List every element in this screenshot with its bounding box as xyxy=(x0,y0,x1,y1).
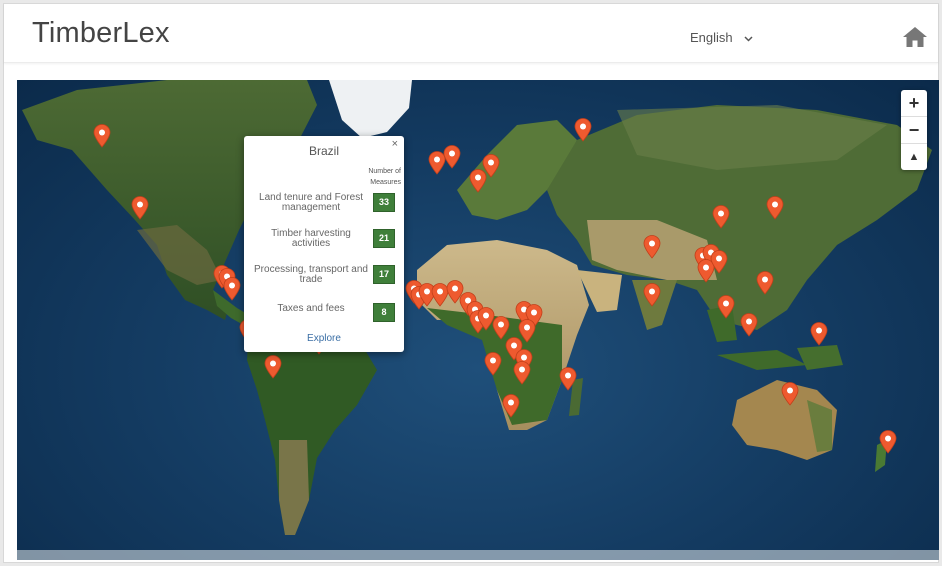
measure-count-badge: 33 xyxy=(373,193,395,212)
map-marker-icon[interactable] xyxy=(717,295,735,319)
chevron-down-icon xyxy=(744,36,753,42)
measure-label: Taxes and fees xyxy=(277,303,345,314)
map-marker-icon[interactable] xyxy=(766,196,784,220)
app-header: TimberLex English xyxy=(4,4,938,63)
map-marker-icon[interactable] xyxy=(513,361,531,385)
measure-label: Timber harvesting activities xyxy=(271,228,351,249)
map-marker-icon[interactable] xyxy=(756,271,774,295)
map-marker-icon[interactable] xyxy=(264,355,282,379)
map-marker-icon[interactable] xyxy=(643,283,661,307)
language-selector[interactable]: English xyxy=(690,30,753,45)
map-marker-icon[interactable] xyxy=(443,145,461,169)
map-marker-icon[interactable] xyxy=(879,430,897,454)
map-marker-icon[interactable] xyxy=(484,352,502,376)
map-marker-icon[interactable] xyxy=(482,154,500,178)
app-frame: TimberLex English + − ▲ × Brazil Number … xyxy=(3,3,939,563)
map-marker-icon[interactable] xyxy=(93,124,111,148)
world-map[interactable]: + − ▲ × Brazil Number of Measures Land t… xyxy=(17,80,939,560)
map-marker-icon[interactable] xyxy=(712,205,730,229)
measure-count-badge: 8 xyxy=(373,303,395,322)
brand-title[interactable]: TimberLex xyxy=(32,17,170,50)
measure-label: Processing, transport and trade xyxy=(254,264,368,285)
map-marker-icon[interactable] xyxy=(559,367,577,391)
map-marker-icon[interactable] xyxy=(574,118,592,142)
map-marker-icon[interactable] xyxy=(810,322,828,346)
map-marker-icon[interactable] xyxy=(223,277,241,301)
country-popup: × Brazil Number of Measures Land tenure … xyxy=(244,136,404,352)
zoom-in-button[interactable]: + xyxy=(901,90,927,117)
map-marker-icon[interactable] xyxy=(643,235,661,259)
map-marker-icon[interactable] xyxy=(131,196,149,220)
map-marker-icon[interactable] xyxy=(502,394,520,418)
measure-count-badge: 17 xyxy=(373,265,395,284)
measure-row[interactable]: Processing, transport and trade 17 xyxy=(252,262,400,288)
measure-row[interactable]: Taxes and fees 8 xyxy=(252,300,400,326)
map-marker-icon[interactable] xyxy=(740,313,758,337)
home-icon[interactable] xyxy=(902,26,928,48)
map-marker-icon[interactable] xyxy=(710,250,728,274)
reset-north-button[interactable]: ▲ xyxy=(901,144,927,170)
language-label: English xyxy=(690,30,733,45)
zoom-out-button[interactable]: − xyxy=(901,117,927,144)
measure-label: Land tenure and Forest management xyxy=(259,192,363,213)
map-marker-icon[interactable] xyxy=(781,382,799,406)
measure-count-badge: 21 xyxy=(373,229,395,248)
measure-row[interactable]: Timber harvesting activities 21 xyxy=(252,226,400,252)
popup-country-name: Brazil xyxy=(308,144,339,158)
measure-row[interactable]: Land tenure and Forest management 33 xyxy=(252,190,400,216)
explore-link[interactable]: Explore xyxy=(244,333,404,344)
measures-column-header: Number of Measures xyxy=(368,168,401,186)
zoom-control: + − ▲ xyxy=(901,90,927,170)
